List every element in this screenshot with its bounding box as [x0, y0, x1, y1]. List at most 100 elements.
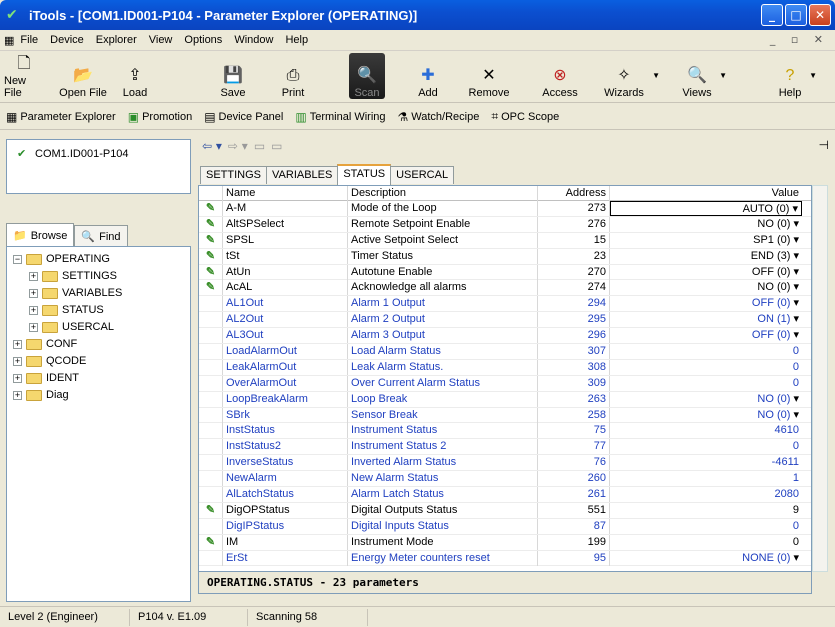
value-dropdown-icon[interactable]: ▾ [790, 218, 799, 230]
param-value[interactable]: 2080 [610, 487, 802, 502]
param-value[interactable]: 0 [610, 535, 802, 550]
tab-variables[interactable]: VARIABLES [266, 166, 339, 184]
access-button[interactable]: ⊗ Access [540, 53, 580, 99]
tree-node-usercal[interactable]: + USERCAL [29, 319, 114, 335]
param-value[interactable]: 9 [610, 503, 802, 518]
open-file-button[interactable]: 📂 Open File [54, 53, 112, 99]
param-value[interactable]: OFF (0) ▾ [610, 296, 802, 311]
value-dropdown-icon[interactable]: ▾ [790, 329, 799, 341]
device-item[interactable]: COM1.ID001-P104 [35, 148, 129, 160]
value-dropdown-icon[interactable]: ▾ [790, 297, 799, 309]
save-button[interactable]: 💾 Save [218, 53, 248, 99]
value-dropdown-icon[interactable]: ▾ [790, 552, 799, 564]
header-address[interactable]: Address [538, 186, 610, 201]
menu-help[interactable]: Help [279, 34, 314, 46]
value-dropdown-icon[interactable]: ▾ [789, 203, 798, 215]
help-dropdown-icon[interactable]: ▼ [809, 71, 817, 80]
wizards-dropdown-icon[interactable]: ▼ [652, 71, 660, 80]
table-row[interactable]: ✎ DigOPStatus Digital Outputs Status 551 9 [199, 502, 811, 519]
tab-usercal[interactable]: USERCAL [390, 166, 455, 184]
table-row[interactable]: AL1Out Alarm 1 Output 294 OFF (0) ▾ [199, 296, 811, 313]
add-button[interactable]: ✚ Add [413, 53, 443, 99]
tab-status[interactable]: STATUS [337, 164, 392, 185]
tab-find[interactable]: 🔍 Find [74, 225, 128, 247]
terminal-wiring-button[interactable]: ▥ Terminal Wiring [295, 110, 385, 124]
header-name[interactable]: Name [223, 186, 348, 201]
grid-scrollbar[interactable] [812, 185, 828, 572]
scan-button[interactable]: 🔍 Scan [349, 53, 385, 99]
table-row[interactable]: AL2Out Alarm 2 Output 295 ON (1) ▾ [199, 312, 811, 329]
value-dropdown-icon[interactable]: ▾ [790, 234, 799, 246]
param-value[interactable]: NO (0) ▾ [610, 392, 802, 407]
param-value[interactable]: 0 [610, 439, 802, 454]
param-value[interactable]: 0 [610, 344, 802, 359]
remove-button[interactable]: ✕ Remove [466, 53, 512, 99]
value-dropdown-icon[interactable]: ▾ [790, 250, 799, 262]
new-file-button[interactable]: 🗋 New File [4, 53, 44, 99]
table-row[interactable]: LeakAlarmOut Leak Alarm Status. 308 0 [199, 359, 811, 376]
param-value[interactable]: NONE (0) ▾ [610, 551, 802, 566]
menu-view[interactable]: View [143, 34, 179, 46]
wizards-button[interactable]: ✧ Wizards ▼ [600, 53, 660, 99]
param-value[interactable]: AUTO (0) ▾ [610, 201, 802, 216]
load-button[interactable]: ⇪ Load [120, 53, 150, 99]
tree-node-status[interactable]: + STATUS [29, 302, 104, 318]
views-dropdown-icon[interactable]: ▼ [719, 71, 727, 80]
pin-icon[interactable]: ⊣ [819, 138, 829, 152]
tree-node-ident[interactable]: + IDENT [13, 370, 79, 386]
param-value[interactable]: 1 [610, 471, 802, 486]
minimize-button[interactable]: _ [761, 4, 783, 26]
tree-node-operating[interactable]: − OPERATING [13, 251, 110, 267]
tree-node-settings[interactable]: + SETTINGS [29, 268, 117, 284]
menu-device[interactable]: Device [44, 34, 90, 46]
table-row[interactable]: LoopBreakAlarm Loop Break 263 NO (0) ▾ [199, 391, 811, 408]
maximize-button[interactable]: □ [785, 4, 807, 26]
table-row[interactable]: InverseStatus Inverted Alarm Status 76 -461… [199, 455, 811, 472]
param-value[interactable]: NO (0) ▾ [610, 280, 802, 295]
forward-icon[interactable]: ⇨ ▾ [228, 139, 248, 153]
table-row[interactable]: DigIPStatus Digital Inputs Status 87 0 [199, 518, 811, 535]
promotion-button[interactable]: ▣ Promotion [128, 110, 192, 124]
table-row[interactable]: InstStatus Instrument Status 75 4610 [199, 423, 811, 440]
param-value[interactable]: 4610 [610, 423, 802, 438]
folder-up-icon[interactable]: ▭ [254, 139, 265, 153]
value-dropdown-icon[interactable]: ▾ [790, 281, 799, 293]
table-row[interactable]: ✎ AtUn Autotune Enable 270 OFF (0) ▾ [199, 264, 811, 281]
back-icon[interactable]: ⇦ ▾ [202, 139, 222, 153]
table-row[interactable]: ✎ IM Instrument Mode 199 0 [199, 534, 811, 551]
table-row[interactable]: ✎ tSt Timer Status 23 END (3) ▾ [199, 248, 811, 265]
param-value[interactable]: SP1 (0) ▾ [610, 233, 802, 248]
table-row[interactable]: SBrk Sensor Break 258 NO (0) ▾ [199, 407, 811, 424]
menu-window[interactable]: Window [228, 34, 279, 46]
param-value[interactable]: NO (0) ▾ [610, 217, 802, 232]
param-value[interactable]: ON (1) ▾ [610, 312, 802, 327]
param-value[interactable]: 0 [610, 360, 802, 375]
table-row[interactable]: AL3Out Alarm 3 Output 296 OFF (0) ▾ [199, 328, 811, 345]
device-panel-button[interactable]: ▤ Device Panel [204, 110, 283, 124]
table-row[interactable]: ✎ A-M Mode of the Loop 273 AUTO (0) ▾ [199, 201, 811, 217]
value-dropdown-icon[interactable]: ▾ [790, 409, 799, 421]
tree-node-conf[interactable]: + CONF [13, 336, 77, 352]
table-row[interactable]: LoadAlarmOut Load Alarm Status 307 0 [199, 344, 811, 360]
menu-options[interactable]: Options [178, 34, 228, 46]
table-row[interactable]: ErSt Energy Meter counters reset 95 NONE (0… [199, 550, 811, 567]
opc-scope-button[interactable]: ⌗ OPC Scope [491, 109, 559, 124]
menu-explorer[interactable]: Explorer [90, 34, 143, 46]
table-row[interactable]: OverAlarmOut Over Current Alarm Status 309… [199, 375, 811, 392]
value-dropdown-icon[interactable]: ▾ [790, 393, 799, 405]
print-button[interactable]: ⎙ Print [278, 53, 308, 99]
menu-file[interactable]: File [14, 34, 44, 46]
table-row[interactable]: AlLatchStatus Alarm Latch Status 261 2080 [199, 487, 811, 503]
tree-node-diag[interactable]: + Diag [13, 387, 69, 403]
table-row[interactable]: ✎ SPSL Active Setpoint Select 15 SP1 (0) ▾ [199, 232, 811, 249]
tab-browse[interactable]: 📁 Browse [6, 223, 75, 247]
mdi-controls[interactable]: _ ▫ ✕ [770, 33, 829, 46]
table-row[interactable]: ✎ AltSPSelect Remote Setpoint Enable 276 NO … [199, 216, 811, 233]
close-button[interactable]: ✕ [809, 4, 831, 26]
table-row[interactable]: NewAlarm New Alarm Status 260 1 [199, 471, 811, 488]
views-button[interactable]: 🔍 Views ▼ [679, 53, 727, 99]
param-value[interactable]: END (3) ▾ [610, 249, 802, 264]
header-description[interactable]: Description [348, 186, 538, 201]
param-value[interactable]: NO (0) ▾ [610, 408, 802, 423]
param-value[interactable]: -4611 [610, 455, 802, 470]
